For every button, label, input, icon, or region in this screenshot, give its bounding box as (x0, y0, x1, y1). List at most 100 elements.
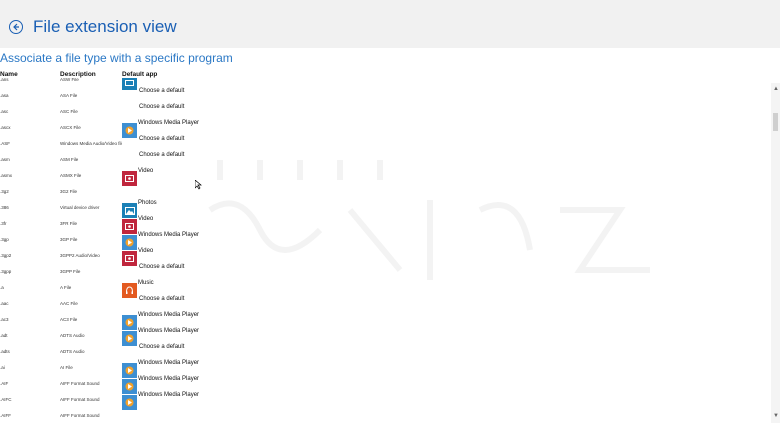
description-cell: ADTS Audio (60, 349, 85, 354)
extension-cell: .3gp (0, 237, 9, 242)
default-app-button[interactable]: Video (122, 168, 153, 186)
table-row[interactable]: .3gp 3GP File Windows Media Player (0, 232, 760, 250)
extension-cell: .ASF (0, 141, 11, 146)
scrollbar-thumb[interactable] (773, 113, 778, 131)
description-cell: ASA File (60, 93, 78, 98)
column-header-default-app[interactable]: Default app (122, 71, 157, 78)
table-row[interactable]: .ASF Windows Media Audio/Video file Choose… (0, 136, 760, 153)
table-row[interactable]: .ai AI File Windows Media Player (0, 360, 760, 378)
extension-cell: .ans (0, 78, 9, 82)
description-cell: Virtual device driver (60, 205, 100, 210)
default-app-button[interactable]: Photos (122, 200, 157, 218)
blank-icon (122, 411, 138, 424)
default-app-label: Choose a default (139, 152, 185, 158)
default-app-label: Choose a default (139, 264, 185, 270)
default-app-button[interactable]: Video (122, 216, 154, 234)
table-row[interactable]: .AIFF AIFF Format Sound (0, 409, 760, 424)
extension-cell: .adts (0, 349, 10, 354)
column-header-name[interactable]: Name (0, 71, 18, 78)
mouse-cursor-icon (195, 180, 202, 190)
scroll-down-icon[interactable]: ▼ (773, 413, 779, 419)
default-app-button[interactable]: Windows Media Player (122, 376, 199, 394)
default-app-label: Windows Media Player (138, 328, 200, 334)
back-arrow-icon[interactable] (9, 20, 23, 34)
extension-cell: .asm (0, 157, 10, 162)
extension-cell: .3fr (0, 221, 7, 226)
default-app-button[interactable]: Windows Media Player (122, 232, 200, 250)
default-app-button[interactable]: Choose a default (122, 88, 184, 104)
extension-cell: .ai (0, 365, 5, 370)
default-app-button[interactable] (122, 78, 138, 90)
default-app-button[interactable]: Windows Media Player (122, 312, 200, 330)
description-cell: ASC File (60, 109, 78, 114)
extension-cell: .3gpp (0, 269, 12, 274)
table-row[interactable]: .ac3 AC3 File Windows Media Player (0, 312, 760, 330)
default-app-label: Windows Media Player (138, 312, 200, 318)
table-row[interactable]: .386 Virtual device driver Photos (0, 200, 760, 218)
table-row[interactable]: .ans ASW File (0, 78, 760, 90)
default-app-button[interactable]: Video (122, 248, 153, 266)
page-title: File extension view (33, 17, 177, 36)
description-cell: ASCX File (60, 125, 81, 130)
default-app-button[interactable]: Windows Media Player (122, 392, 199, 410)
description-cell: 3GP File (60, 237, 78, 242)
table-row[interactable]: .AIF AIFF Format Sound Windows Media Playe… (0, 376, 760, 394)
vertical-scrollbar[interactable]: ▲ ▼ (771, 83, 780, 423)
default-app-button[interactable]: Choose a default (122, 264, 184, 280)
default-app-button[interactable] (122, 408, 139, 424)
extension-cell: .AIFC (0, 397, 12, 402)
default-app-button[interactable]: Windows Media Player (122, 328, 200, 346)
extension-cell: .asc (0, 109, 9, 114)
default-app-button[interactable]: Windows Media Player (122, 120, 199, 138)
default-app-button[interactable]: Choose a default (122, 104, 184, 120)
table-row[interactable]: .3g2 3G2 File (0, 185, 760, 201)
table-row[interactable]: .ascx ASCX File Windows Media Player (0, 120, 760, 138)
default-app-button[interactable]: Choose a default (122, 344, 184, 360)
description-cell: 3GPP File (60, 269, 81, 274)
page-subtitle: Associate a file type with a specific pr… (0, 51, 233, 65)
table-row[interactable]: .3gp2 3GPP2 Audio/Video Video (0, 248, 760, 266)
default-app-label: Photos (138, 200, 157, 206)
table-row[interactable]: .aac AAC File Choose a default (0, 296, 760, 313)
extension-cell: .adt (0, 333, 8, 338)
description-cell: 3FR File (60, 221, 78, 226)
extension-cell: .asmx (0, 173, 13, 178)
table-row[interactable]: .asa ASA File Choose a default (0, 88, 760, 105)
description-cell: AI File (60, 365, 73, 370)
extension-cell: .3gp2 (0, 253, 12, 258)
default-app-button[interactable]: Windows Media Player (122, 360, 199, 378)
default-app-button[interactable]: Music (122, 280, 154, 298)
default-app-label: Choose a default (139, 104, 185, 110)
table-row[interactable]: .adts ADTS Audio Choose a default (0, 344, 760, 361)
description-cell: Windows Media Audio/Video file (60, 141, 122, 146)
default-app-button[interactable]: Choose a default (122, 136, 184, 152)
default-app-label: Choose a default (139, 88, 185, 94)
table-row[interactable]: .asc ASC File Choose a default (0, 104, 760, 121)
extension-cell: .3g2 (0, 189, 9, 194)
extension-cell: .ascx (0, 125, 11, 130)
file-extension-list: .ans ASW File .asa ASA File Choose a default… (0, 78, 770, 424)
header-bar: File extension view (0, 0, 780, 48)
column-header-description[interactable]: Description (60, 71, 96, 78)
table-row[interactable]: .3gpp 3GPP File Choose a default (0, 264, 760, 281)
extension-cell: .386 (0, 205, 9, 210)
description-cell: AIFF Format Sound (60, 381, 100, 386)
default-app-label: Choose a default (139, 296, 185, 302)
extension-cell: .AIFF (0, 413, 11, 418)
table-row[interactable]: .AIFC AIFF Format Sound Windows Media Play… (0, 392, 760, 410)
table-row[interactable]: .3fr 3FR File Video (0, 216, 760, 234)
extension-cell: .asa (0, 93, 9, 98)
table-row[interactable]: .asm ASM File Choose a default (0, 152, 760, 169)
scroll-up-icon[interactable]: ▲ (773, 86, 779, 92)
default-app-button[interactable] (122, 184, 139, 200)
extension-cell: .AIF (0, 381, 9, 386)
table-row[interactable]: .asmx ASMX File Video (0, 168, 760, 186)
default-app-button[interactable]: Choose a default (122, 152, 184, 168)
extension-cell: .ac3 (0, 317, 9, 322)
default-app-label: Video (138, 216, 154, 222)
table-row[interactable]: .adt ADTS Audio Windows Media Player (0, 328, 760, 346)
table-row[interactable]: .a A File Music (0, 280, 760, 298)
default-app-label: Windows Media Player (138, 232, 200, 238)
default-app-button[interactable]: Choose a default (122, 296, 184, 312)
description-cell: AAC File (60, 301, 78, 306)
